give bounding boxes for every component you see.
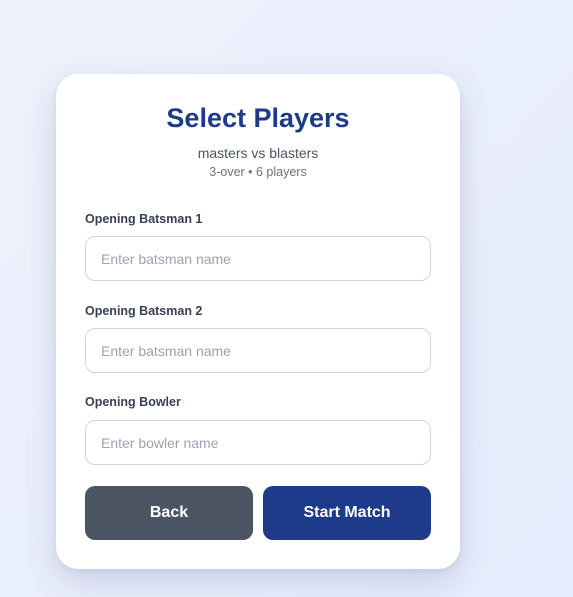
match-teams-text: masters vs blasters	[197, 145, 319, 161]
opening-batsman-2-label: Opening Batsman 2	[85, 304, 203, 318]
select-players-card: Select Players masters vs blasters 3-ove…	[56, 74, 460, 569]
opening-batsman-1-label: Opening Batsman 1	[85, 212, 203, 226]
opening-bowler-input[interactable]	[85, 420, 431, 465]
back-button[interactable]: Back	[85, 486, 253, 540]
match-format-text: 3-over • 6 players	[209, 165, 307, 179]
opening-batsman-1-input[interactable]	[85, 236, 431, 281]
start-match-button[interactable]: Start Match	[263, 486, 431, 540]
opening-bowler-label: Opening Bowler	[85, 395, 181, 409]
page-title: Select Players	[166, 103, 350, 133]
opening-batsman-2-input[interactable]	[85, 328, 431, 373]
